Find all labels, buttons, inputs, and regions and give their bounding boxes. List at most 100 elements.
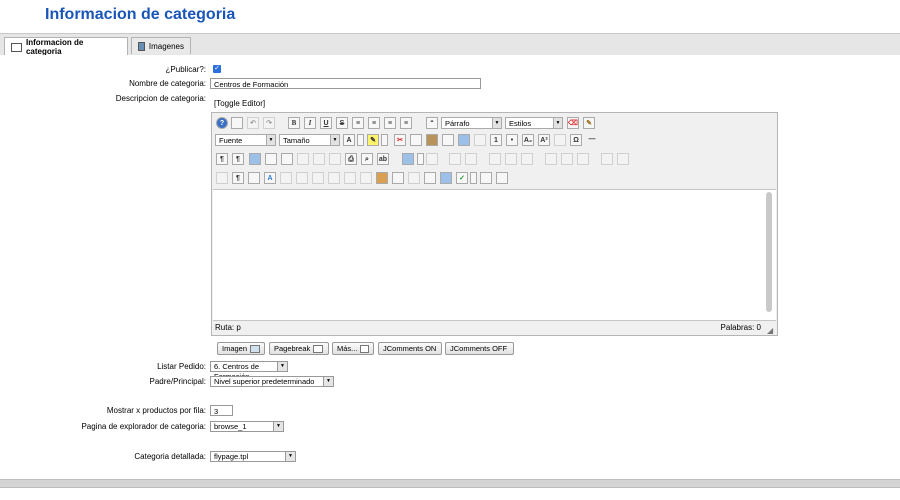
blockquote-icon[interactable]: “ (426, 117, 438, 129)
table-merge-icon[interactable] (561, 153, 573, 165)
replace-text-icon[interactable]: ab (377, 153, 389, 165)
name-input[interactable]: Centros de Formación (210, 78, 481, 89)
non-break-icon[interactable] (376, 172, 388, 184)
find-icon[interactable] (458, 134, 470, 146)
align-right-icon[interactable]: ≡ (384, 117, 396, 129)
spellcheck-icon[interactable]: ✓ (456, 172, 468, 184)
table-cell-split-icon[interactable] (617, 153, 629, 165)
size-select[interactable]: Tamaño ▼ (279, 134, 340, 146)
ins-icon[interactable] (344, 172, 356, 184)
superscript-icon[interactable]: A² (538, 134, 550, 146)
fullscreen-icon[interactable] (392, 172, 404, 184)
chevron-down-icon[interactable] (470, 172, 477, 184)
table-cell-props-icon[interactable] (449, 153, 461, 165)
highlight-icon[interactable]: ✎ (367, 134, 379, 146)
help-icon[interactable]: ? (216, 117, 228, 129)
insert-image-button[interactable]: Imagen (217, 342, 265, 355)
insert-media-icon[interactable] (440, 172, 452, 184)
media-icon[interactable] (249, 153, 261, 165)
anchor-icon[interactable] (554, 134, 566, 146)
table-delete-icon[interactable] (577, 153, 589, 165)
resize-grip-icon[interactable]: ◢ (767, 327, 775, 335)
align-center-icon[interactable]: ≡ (368, 117, 380, 129)
paste-icon[interactable] (426, 134, 438, 146)
pagina-select[interactable]: browse_1 ▼ (210, 421, 284, 432)
redo-icon[interactable]: ↷ (263, 117, 275, 129)
listar-select[interactable]: 6. Centros de Formación ▼ (210, 361, 288, 381)
table-insert-col-before-icon[interactable] (489, 153, 501, 165)
table-insert-col-after-icon[interactable] (505, 153, 517, 165)
font-select[interactable]: Fuente ▼ (215, 134, 276, 146)
pagebreak-button[interactable]: Pagebreak (269, 342, 329, 355)
visual-aid-icon[interactable] (216, 172, 228, 184)
table-insert-row-icon[interactable] (465, 153, 477, 165)
styles-select[interactable]: Estilos ▼ (505, 117, 563, 129)
tab-imagenes[interactable]: Imagenes (131, 37, 191, 54)
detallada-select[interactable]: flypage.tpl ▼ (210, 451, 296, 462)
readmore-button[interactable]: Más... (332, 342, 374, 355)
subscript-icon[interactable]: A₂ (522, 134, 534, 146)
show-blocks-icon[interactable]: ¶ (232, 172, 244, 184)
code-icon[interactable] (408, 172, 420, 184)
bold-icon[interactable]: B (288, 117, 300, 129)
chevron-down-icon[interactable] (381, 134, 388, 146)
del-icon[interactable] (328, 172, 340, 184)
absolute-icon[interactable] (329, 153, 341, 165)
abbr-icon[interactable] (296, 172, 308, 184)
ltr-icon[interactable]: ¶ (216, 153, 228, 165)
move-backward-icon[interactable] (313, 153, 325, 165)
insert-date-icon[interactable] (480, 172, 492, 184)
eraser-icon[interactable]: ⌫ (567, 117, 579, 129)
tab-informacion[interactable]: Informacion de categoria (4, 37, 128, 56)
template-icon[interactable] (265, 153, 277, 165)
unordered-list-icon[interactable]: • (506, 134, 518, 146)
print-icon[interactable]: ⎙ (345, 153, 357, 165)
replace-icon[interactable] (474, 134, 486, 146)
table-cells-icon[interactable] (601, 153, 613, 165)
table-row-props-icon[interactable] (426, 153, 438, 165)
attribs-icon[interactable] (360, 172, 372, 184)
cut-icon[interactable]: ✂ (394, 134, 406, 146)
new-document-icon[interactable] (231, 117, 243, 129)
underline-icon[interactable]: U (320, 117, 332, 129)
insert-image-icon[interactable] (248, 172, 260, 184)
style-props-icon[interactable]: A (264, 172, 276, 184)
horizontal-rule-icon[interactable]: — (586, 134, 598, 146)
editor-content-area[interactable] (213, 189, 776, 321)
strikethrough-icon[interactable]: S (336, 117, 348, 129)
scroll-thumb[interactable] (766, 192, 772, 312)
toolbar-row-1: ? ↶ ↷ B I U S ≡ ≡ ≡ ≡ “ Párrafo ▼ Estilo… (212, 115, 777, 131)
form-field-icon[interactable] (424, 172, 436, 184)
align-left-icon[interactable]: ≡ (352, 117, 364, 129)
undo-icon[interactable]: ↶ (247, 117, 259, 129)
table-split-icon[interactable] (545, 153, 557, 165)
cite-icon[interactable] (280, 172, 292, 184)
copy-icon[interactable] (410, 134, 422, 146)
cleanup-icon[interactable]: ✎ (583, 117, 595, 129)
rtl-icon[interactable]: ¶ (232, 153, 244, 165)
omega-icon[interactable]: Ω (570, 134, 582, 146)
search-icon[interactable]: ⌕ (361, 153, 373, 165)
text-color-icon[interactable]: A (343, 134, 355, 146)
table-icon[interactable] (402, 153, 414, 165)
padre-select[interactable]: Nivel superior predeterminado ▼ (210, 376, 334, 387)
paste-word-icon[interactable] (442, 134, 454, 146)
italic-icon[interactable]: I (304, 117, 316, 129)
acronym-icon[interactable] (312, 172, 324, 184)
move-forward-icon[interactable] (297, 153, 309, 165)
mostrar-input[interactable]: 3 (210, 405, 233, 416)
toggle-editor-link[interactable]: [Toggle Editor] (214, 99, 265, 108)
align-justify-icon[interactable]: ≡ (400, 117, 412, 129)
insert-layer-icon[interactable] (281, 153, 293, 165)
chevron-down-icon[interactable] (357, 134, 364, 146)
publish-label: ¿Publicar?: (165, 65, 206, 74)
chevron-down-icon[interactable] (417, 153, 424, 165)
table-delete-col-icon[interactable] (521, 153, 533, 165)
jcomments-on-button[interactable]: JComments ON (378, 342, 442, 355)
editor-scrollbar[interactable] (765, 190, 773, 314)
publish-checkbox[interactable]: ✓ (213, 65, 221, 73)
format-select[interactable]: Párrafo ▼ (441, 117, 502, 129)
jcomments-off-button[interactable]: JComments OFF (445, 342, 514, 355)
insert-time-icon[interactable] (496, 172, 508, 184)
ordered-list-icon[interactable]: 1 (490, 134, 502, 146)
